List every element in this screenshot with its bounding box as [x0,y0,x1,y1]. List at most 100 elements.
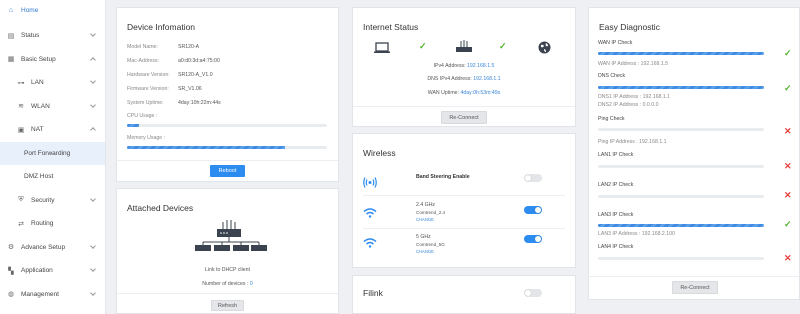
wan-ip-check-label: WAN IP Check [598,40,633,46]
firmware-version-value: SR_V1.06 [178,86,202,92]
computer-icon [374,42,390,53]
internet-status-card: Internet Status ✓ ✓ IPv4 Address: 192.16… [352,7,576,127]
gear-icon: ⚙ [7,244,15,252]
device-info-card: Device Infomation Model Name: SR120-A Ma… [116,7,339,182]
diagnostic-reconnect-button[interactable]: Re-Connect [672,281,718,294]
sidebar-item-label: Management [21,290,59,298]
sidebar-item-routing[interactable]: ⇄ Routing [0,212,105,236]
ipv4-label: IPv4 Address: [433,63,466,69]
internet-status-title: Internet Status [363,22,419,32]
check-icon: ✓ [784,83,792,93]
sidebar-item-label: Security [31,196,55,204]
sidebar-item-nat[interactable]: ▣ NAT [0,118,105,142]
chevron-down-icon [90,289,96,296]
lan1-check-bar [598,165,764,168]
system-uptime-value: 4day:10h:22m:44s [178,100,221,106]
filink-title: Filink [363,288,383,298]
refresh-button[interactable]: Refresh [211,300,244,311]
model-name-label: Model Name: [127,44,158,50]
radio-5-change-link[interactable]: CHANGE [416,249,434,254]
dns-check-fill [598,86,764,89]
ping-check-label: Ping Check [598,116,625,122]
memory-usage-bar [127,146,327,149]
radio-24-band: 2.4 GHz [416,202,436,208]
divider [363,195,565,196]
sidebar-item-lan[interactable]: ⊶ LAN [0,71,105,95]
close-icon: ✕ [784,253,792,263]
radio-24-change-link[interactable]: CHANGE [416,217,434,222]
filink-toggle[interactable] [524,289,542,297]
sidebar-item-wlan[interactable]: ≋ WLAN [0,95,105,119]
dns2-ip-address: DNS2 IP Address : 0.0.0.0 [598,102,659,108]
sidebar-item-home[interactable]: ⌂ Home [0,1,105,19]
lan4-check-bar [598,257,764,260]
chevron-up-icon [90,127,96,133]
wan-uptime-value: 4day:0h:53m:49s [460,90,501,96]
reboot-button[interactable]: Reboot [210,165,245,177]
wan-ip-check-fill [598,52,764,55]
sidebar-item-label: NAT [31,126,44,134]
band-steering-toggle[interactable] [524,174,542,182]
radio-5-ssid: Comtrend_5G [416,242,445,247]
lan3-check-label: LAN3 IP Check [598,212,634,218]
grid-icon: ▚ [8,267,14,275]
sidebar-item-label: LAN [31,79,44,87]
sidebar-item-security[interactable]: ⛨ Security [0,189,105,213]
device-count-value: 0 [249,281,253,287]
sidebar-item-status[interactable]: ▤ Status [0,24,105,48]
memory-usage-label: Memory Usage : [127,135,166,141]
sidebar-item-label: Routing [31,220,54,228]
sidebar-item-basic-setup[interactable]: ▦ Basic Setup [0,48,105,72]
radio-24-toggle[interactable] [524,206,542,214]
wireless-title: Wireless [363,148,396,158]
divider [588,276,800,277]
sidebar-item-label: Application [21,267,53,275]
wireless-card: Wireless Band Steering Enable 2.4 GHz Co… [352,133,576,268]
basic-setup-icon: ▦ [7,56,15,64]
divider [363,228,565,229]
lan2-check-label: LAN2 IP Check [598,182,634,188]
home-icon: ⌂ [8,6,14,14]
management-icon: ◍ [7,291,15,299]
sidebar-item-management[interactable]: ◍ Management [0,283,105,307]
mac-address-label: Mac-Address: [127,58,159,64]
internet-reconnect-button[interactable]: Re-Connect [441,111,487,124]
dns-check-bar [598,86,764,89]
sidebar-item-advance-setup[interactable]: ⚙ Advance Setup [0,236,105,260]
sidebar-item-application[interactable]: ▚ Application [0,259,105,283]
chevron-up-icon [90,56,96,63]
sidebar-item-dmz-host[interactable]: DMZ Host [0,165,105,189]
close-icon: ✕ [784,161,792,171]
nat-icon: ▣ [17,126,25,134]
routing-icon: ⇄ [18,220,24,228]
ping-check-bar [598,128,764,131]
dns-check-label: DNS Check [598,73,626,79]
device-info-title: Device Infomation [127,22,196,32]
close-icon: ✕ [784,190,792,200]
ping-ip-address: Ping IP Address : 192.168.1.1 [598,139,667,145]
cpu-usage-bar [127,124,327,127]
firmware-version-label: Firmware Version: [127,86,169,92]
check-icon: ✓ [784,219,792,229]
dhcp-link-text[interactable]: Link to DHCP client [117,267,338,273]
sidebar-item-label: WLAN [31,102,50,110]
lan3-check-bar [598,224,764,227]
radio-5-toggle[interactable] [524,235,542,243]
device-count-row: Number of devices : 0 [117,281,338,287]
dns1-ip-address: DNS1 IP Address : 192.168.1.1 [598,94,670,100]
attached-devices-card: Attached Devices Link to DHCP client Num… [116,188,339,314]
lan1-check-label: LAN1 IP Check [598,152,634,158]
chevron-down-icon [90,195,96,202]
sidebar-item-label: DMZ Host [24,173,54,181]
shield-icon: ⛨ [18,196,24,204]
check-icon: ✓ [784,48,792,58]
hardware-version-value: SR120-A_V1.0 [178,72,213,78]
cpu-usage-label: CPU Usage : [127,113,158,119]
lan2-check-bar [598,195,764,198]
dns-row: DNS IPv4 Address: 192.168.1.1 [353,76,575,82]
chevron-down-icon [90,266,96,272]
band-steering-label: Band Steering Enable [416,174,470,180]
lan3-check-fill [598,224,764,227]
filink-card: Filink [352,275,576,314]
sidebar-item-port-forwarding[interactable]: Port Forwarding [0,141,105,165]
